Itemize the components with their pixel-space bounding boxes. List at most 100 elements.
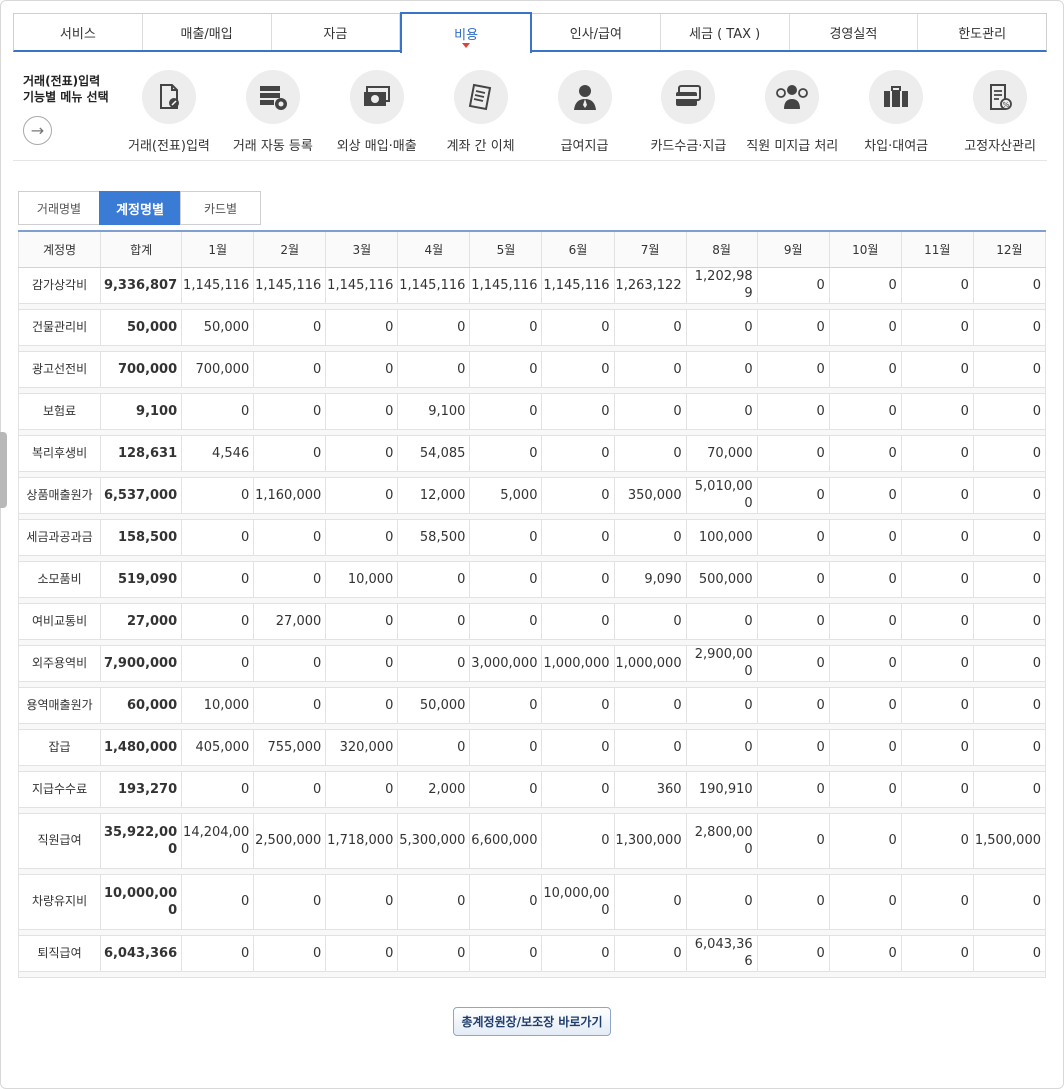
subtab-1[interactable]: 계정명별 xyxy=(99,191,180,225)
table-row[interactable]: 직원급여 35,922,000 14,204,000 2,500,000 1,718,0… xyxy=(17,813,1047,869)
month-value-cell: 0 xyxy=(469,771,543,808)
total-cell: 35,922,000 xyxy=(100,813,183,869)
account-name-cell: 지급수수료 xyxy=(17,771,102,808)
nav-tab-2[interactable]: 자금 xyxy=(271,14,401,50)
month-value-cell: 0 xyxy=(325,435,399,472)
nav-tab-0[interactable]: 서비스 xyxy=(14,14,143,50)
month-value-cell: 350,000 xyxy=(614,477,687,514)
column-header: 8월 xyxy=(686,230,758,268)
month-value-cell: 0 xyxy=(397,561,471,598)
month-value-cell: 0 xyxy=(253,351,327,388)
month-value-cell: 50,000 xyxy=(397,687,471,724)
month-value-cell: 0 xyxy=(325,771,399,808)
month-value-cell: 5,300,000 xyxy=(397,813,471,869)
function-menu-item-5[interactable]: 카드수금·지급 xyxy=(636,70,740,156)
server-gear-icon xyxy=(245,70,300,124)
account-name-cell: 감가상각비 xyxy=(17,267,102,304)
month-value-cell: 0 xyxy=(614,874,687,930)
month-value-cell: 0 xyxy=(757,874,830,930)
table-row[interactable]: 감가상각비 9,336,807 1,145,116 1,145,116 1,145,11… xyxy=(17,267,1047,304)
function-menu-item-0[interactable]: 거래(전표)입력 xyxy=(117,70,221,156)
table-row[interactable]: 여비교통비 27,000 0 27,000 0 0 0 0 0 0 0 0 0 0 xyxy=(17,603,1047,640)
table-row[interactable]: 퇴직급여 6,043,366 0 0 0 0 0 0 0 6,043,366 0 0 0 0 xyxy=(17,935,1047,972)
function-menu-item-1[interactable]: 거래 자동 등록 xyxy=(221,70,325,156)
month-value-cell: 50,000 xyxy=(181,309,255,346)
table-row[interactable]: 외주용역비 7,900,000 0 0 0 0 3,000,000 1,000,000 1,00… xyxy=(17,645,1047,682)
month-value-cell: 0 xyxy=(973,729,1047,766)
person-icon xyxy=(557,70,612,124)
column-header: 1월 xyxy=(181,230,255,268)
table-row[interactable]: 소모품비 519,090 0 0 10,000 0 0 0 9,090 500,000 0 0 0 0 xyxy=(17,561,1047,598)
table-row[interactable]: 세금과공과금 158,500 0 0 0 58,500 0 0 0 100,000 0 0 0 0 xyxy=(17,519,1047,556)
nav-tab-6[interactable]: 경영실적 xyxy=(789,14,919,50)
month-value-cell: 0 xyxy=(901,729,974,766)
arrow-right-icon[interactable]: → xyxy=(23,116,52,145)
table-row[interactable]: 건물관리비 50,000 50,000 0 0 0 0 0 0 0 0 0 0 0 xyxy=(17,309,1047,346)
function-menu-item-8[interactable]: % 고정자산관리 xyxy=(948,70,1052,156)
receipt-icon xyxy=(453,70,508,124)
month-value-cell: 0 xyxy=(757,687,830,724)
nav-tab-5[interactable]: 세금 ( TAX ) xyxy=(660,14,790,50)
month-value-cell: 1,145,116 xyxy=(541,267,615,304)
month-value-cell: 0 xyxy=(973,519,1047,556)
row-spacer xyxy=(18,971,1046,978)
table-row[interactable]: 광고선전비 700,000 700,000 0 0 0 0 0 0 0 0 0 0 0 xyxy=(17,351,1047,388)
month-value-cell: 0 xyxy=(469,351,543,388)
month-value-cell: 0 xyxy=(614,519,687,556)
table-row[interactable]: 상품매출원가 6,537,000 0 1,160,000 0 12,000 5,000 0 35… xyxy=(17,477,1047,514)
table-row[interactable]: 용역매출원가 60,000 10,000 0 0 50,000 0 0 0 0 0 0 0 0 xyxy=(17,687,1047,724)
briefcase-icon xyxy=(869,70,924,124)
month-value-cell: 0 xyxy=(469,874,543,930)
function-menu-item-2[interactable]: 외상 매입·매출 xyxy=(325,70,429,156)
table-row[interactable]: 지급수수료 193,270 0 0 0 2,000 0 0 360 190,910 0 0 0 0 xyxy=(17,771,1047,808)
expense-table-container: 계정명 합계 1월 2월 3월 4월 5월 6월 7월 8월 9월 10월 11월 12월 감가상각비 9,… xyxy=(17,230,1047,978)
month-value-cell: 0 xyxy=(901,561,974,598)
table-row[interactable]: 복리후생비 128,631 4,546 0 0 54,085 0 0 0 70,000 0 0 0 0 xyxy=(17,435,1047,472)
divider xyxy=(13,160,1047,161)
month-value-cell: 0 xyxy=(541,935,615,972)
account-name-cell: 잡급 xyxy=(17,729,102,766)
nav-tab-1[interactable]: 매출/매입 xyxy=(142,14,272,50)
month-value-cell: 1,145,116 xyxy=(253,267,327,304)
column-header: 7월 xyxy=(614,230,687,268)
side-panel-handle[interactable] xyxy=(0,432,7,508)
account-name-cell: 용역매출원가 xyxy=(17,687,102,724)
total-cell: 6,043,366 xyxy=(100,935,183,972)
table-row[interactable]: 잡급 1,480,000 405,000 755,000 320,000 0 0 0 0 0 0 0 0… xyxy=(17,729,1047,766)
subtab-2[interactable]: 카드별 xyxy=(180,191,261,225)
total-cell: 193,270 xyxy=(100,771,183,808)
function-menu-item-7[interactable]: 차입·대여금 xyxy=(844,70,948,156)
subtab-0[interactable]: 거래명별 xyxy=(18,191,99,225)
month-value-cell: 0 xyxy=(901,267,974,304)
month-value-cell: 0 xyxy=(973,477,1047,514)
function-menu-item-6[interactable]: 직원 미지급 처리 xyxy=(740,70,844,156)
month-value-cell: 320,000 xyxy=(325,729,399,766)
table-row[interactable]: 보험료 9,100 0 0 0 9,100 0 0 0 0 0 0 0 0 xyxy=(17,393,1047,430)
month-value-cell: 0 xyxy=(686,309,758,346)
month-value-cell: 0 xyxy=(325,874,399,930)
function-menu-item-3[interactable]: 계좌 간 이체 xyxy=(429,70,533,156)
nav-tab-3[interactable]: 비용 xyxy=(400,12,532,53)
nav-tab-label: 비용 xyxy=(454,28,479,43)
month-value-cell: 1,160,000 xyxy=(253,477,327,514)
total-cell: 700,000 xyxy=(100,351,183,388)
general-ledger-shortcut-button[interactable]: 총계정원장/보조장 바로가기 xyxy=(453,1007,611,1036)
month-value-cell: 27,000 xyxy=(253,603,327,640)
nav-tab-4[interactable]: 인사/급여 xyxy=(532,14,661,50)
month-value-cell: 0 xyxy=(829,687,902,724)
month-value-cell: 0 xyxy=(901,603,974,640)
month-value-cell: 100,000 xyxy=(686,519,758,556)
nav-tab-7[interactable]: 한도관리 xyxy=(918,14,1046,50)
month-value-cell: 0 xyxy=(541,603,615,640)
table-row[interactable]: 차량유지비 10,000,000 0 0 0 0 0 10,000,000 0 0 0 0 0 0 xyxy=(17,874,1047,930)
month-value-cell: 0 xyxy=(686,729,758,766)
row-spacer-cell xyxy=(18,971,1046,978)
month-value-cell: 0 xyxy=(541,519,615,556)
total-cell: 50,000 xyxy=(100,309,183,346)
month-value-cell: 0 xyxy=(901,351,974,388)
month-value-cell: 0 xyxy=(973,687,1047,724)
function-menu-item-4[interactable]: 급여지급 xyxy=(533,70,637,156)
month-value-cell: 0 xyxy=(469,393,543,430)
total-cell: 158,500 xyxy=(100,519,183,556)
month-value-cell: 0 xyxy=(325,603,399,640)
